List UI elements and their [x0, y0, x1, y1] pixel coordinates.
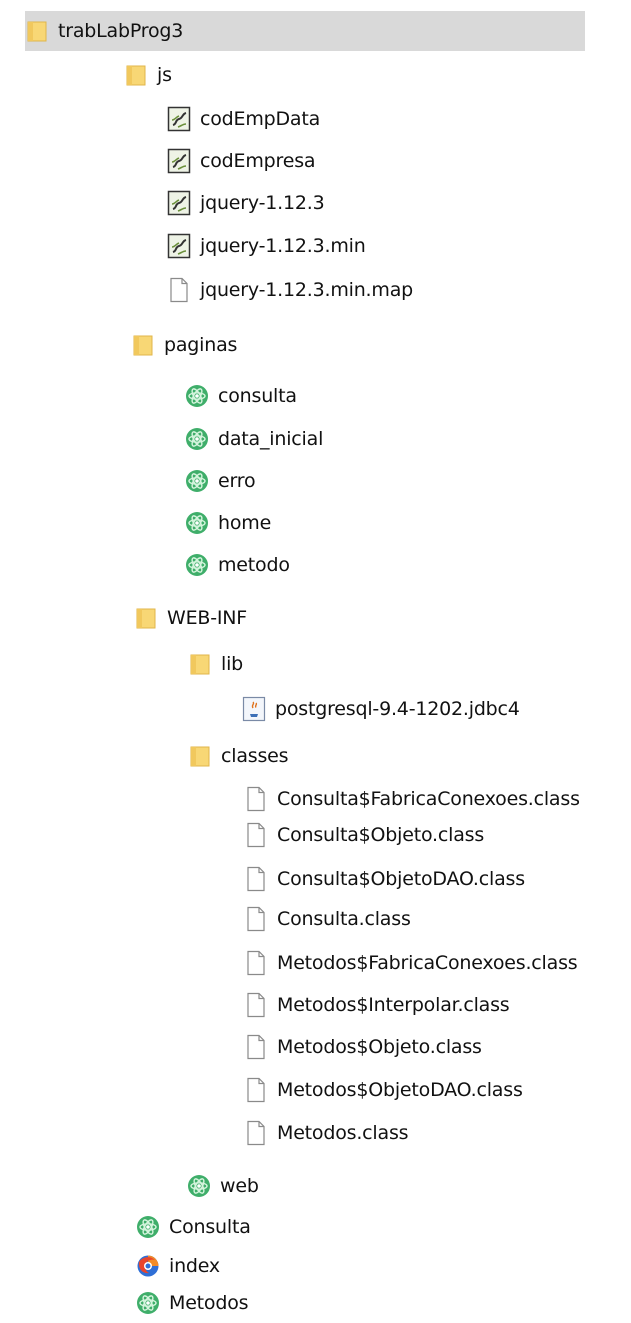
tree-item-postgresql[interactable]: postgresql-9.4-1202.jdbc4 — [242, 689, 520, 729]
tree-item-consulta-root[interactable]: Consulta — [136, 1207, 251, 1247]
tree-item-jquery[interactable]: jquery-1.12.3 — [167, 183, 325, 223]
java-jar-icon — [242, 696, 266, 722]
tree-item-label: Metodos — [169, 1292, 249, 1314]
tree-item-data-inicial[interactable]: data_inicial — [185, 419, 323, 459]
tree-item-consulta-page[interactable]: consulta — [185, 376, 297, 416]
tree-item-codempdata[interactable]: codEmpData — [167, 99, 320, 139]
tree-item-label: web — [220, 1175, 259, 1197]
tree-item-consulta-objeto[interactable]: Consulta$Objeto.class — [244, 815, 484, 855]
folder-icon — [124, 62, 148, 88]
tree-item-label: erro — [218, 470, 256, 492]
tree-item-consulta-fabricaconexoes[interactable]: Consulta$FabricaConexoes.class — [244, 779, 580, 819]
atom-file-icon — [185, 383, 209, 409]
tree-item-consulta-class[interactable]: Consulta.class — [244, 899, 411, 939]
blank-file-icon — [244, 1120, 268, 1146]
tree-item-metodos-objeto[interactable]: Metodos$Objeto.class — [244, 1027, 482, 1067]
browser-icon — [136, 1253, 160, 1279]
blank-file-icon — [244, 866, 268, 892]
tree-item-web[interactable]: web — [187, 1166, 259, 1206]
atom-file-icon — [136, 1214, 160, 1240]
blank-file-icon — [244, 786, 268, 812]
tree-item-index[interactable]: index — [136, 1246, 220, 1286]
tree-item-label: postgresql-9.4-1202.jdbc4 — [275, 698, 520, 720]
tree-item-label: metodo — [218, 554, 290, 576]
tree-item-label: classes — [221, 745, 289, 767]
tree-item-label: codEmpData — [200, 108, 321, 130]
blank-file-icon — [244, 906, 268, 932]
folder-icon — [188, 743, 212, 769]
tree-item-js[interactable]: js — [124, 55, 172, 95]
tree-item-label: data_inicial — [218, 428, 324, 450]
tree-item-paginas[interactable]: paginas — [131, 325, 237, 365]
tree-item-label: Metodos$ObjetoDAO.class — [277, 1079, 523, 1101]
folder-icon — [188, 651, 212, 677]
tree-item-label: lib — [221, 653, 244, 675]
tree-item-jquery-min-map[interactable]: jquery-1.12.3.min.map — [167, 270, 413, 310]
tree-item-label: codEmpresa — [200, 150, 316, 172]
tree-item-metodos-interpolar[interactable]: Metodos$Interpolar.class — [244, 985, 510, 1025]
folder-icon — [131, 332, 155, 358]
tree-item-label: Consulta.class — [277, 908, 411, 930]
blank-file-icon — [244, 992, 268, 1018]
blank-file-icon — [244, 1034, 268, 1060]
script-file-icon — [167, 190, 191, 216]
tree-item-label: home — [218, 512, 272, 534]
atom-file-icon — [185, 468, 209, 494]
tree-item-label: Metodos.class — [277, 1122, 409, 1144]
tree-item-metodos-fabricaconexoes[interactable]: Metodos$FabricaConexoes.class — [244, 943, 578, 983]
script-file-icon — [167, 106, 191, 132]
tree-item-label: jquery-1.12.3 — [200, 192, 325, 214]
folder-icon — [25, 18, 49, 44]
tree-item-label: jquery-1.12.3.min — [200, 235, 366, 257]
tree-item-jquery-min[interactable]: jquery-1.12.3.min — [167, 226, 366, 266]
tree-item-label: Metodos$Interpolar.class — [277, 994, 510, 1016]
tree-item-label: js — [157, 64, 172, 86]
tree-item-metodos-objetodao[interactable]: Metodos$ObjetoDAO.class — [244, 1070, 523, 1110]
tree-item-label: jquery-1.12.3.min.map — [200, 279, 414, 301]
blank-file-icon — [244, 822, 268, 848]
tree-item-classes[interactable]: classes — [188, 736, 289, 776]
tree-item-label: paginas — [164, 334, 238, 356]
tree-item-label: Consulta$ObjetoDAO.class — [277, 868, 525, 890]
atom-file-icon — [187, 1173, 211, 1199]
atom-file-icon — [185, 510, 209, 536]
tree-item-label: WEB-INF — [167, 607, 248, 629]
tree-item-label: Metodos$Objeto.class — [277, 1036, 482, 1058]
tree-item-trablabprog3[interactable]: trabLabProg3 — [25, 11, 585, 51]
blank-file-icon — [167, 277, 191, 303]
tree-item-consulta-objetodao[interactable]: Consulta$ObjetoDAO.class — [244, 859, 525, 899]
tree-item-metodos-root[interactable]: Metodos — [136, 1283, 249, 1323]
tree-item-codempresa[interactable]: codEmpresa — [167, 141, 316, 181]
tree-item-label: Metodos$FabricaConexoes.class — [277, 952, 578, 974]
tree-item-label: consulta — [218, 385, 297, 407]
file-tree: trabLabProg3 js codEmpData codEmpresa jq… — [0, 0, 631, 1317]
tree-item-web-inf[interactable]: WEB-INF — [134, 598, 247, 638]
tree-item-label: trabLabProg3 — [58, 20, 184, 42]
tree-item-erro[interactable]: erro — [185, 461, 256, 501]
blank-file-icon — [244, 1077, 268, 1103]
tree-item-label: Consulta$FabricaConexoes.class — [277, 788, 580, 810]
script-file-icon — [167, 233, 191, 259]
atom-file-icon — [136, 1290, 160, 1316]
script-file-icon — [167, 148, 191, 174]
folder-icon — [134, 605, 158, 631]
tree-item-lib[interactable]: lib — [188, 644, 243, 684]
tree-item-home[interactable]: home — [185, 503, 271, 543]
tree-item-label: Consulta$Objeto.class — [277, 824, 485, 846]
tree-item-metodo[interactable]: metodo — [185, 545, 290, 585]
tree-item-metodos-class[interactable]: Metodos.class — [244, 1113, 409, 1153]
tree-item-label: Consulta — [169, 1216, 251, 1238]
atom-file-icon — [185, 426, 209, 452]
atom-file-icon — [185, 552, 209, 578]
blank-file-icon — [244, 950, 268, 976]
tree-item-label: index — [169, 1255, 220, 1277]
